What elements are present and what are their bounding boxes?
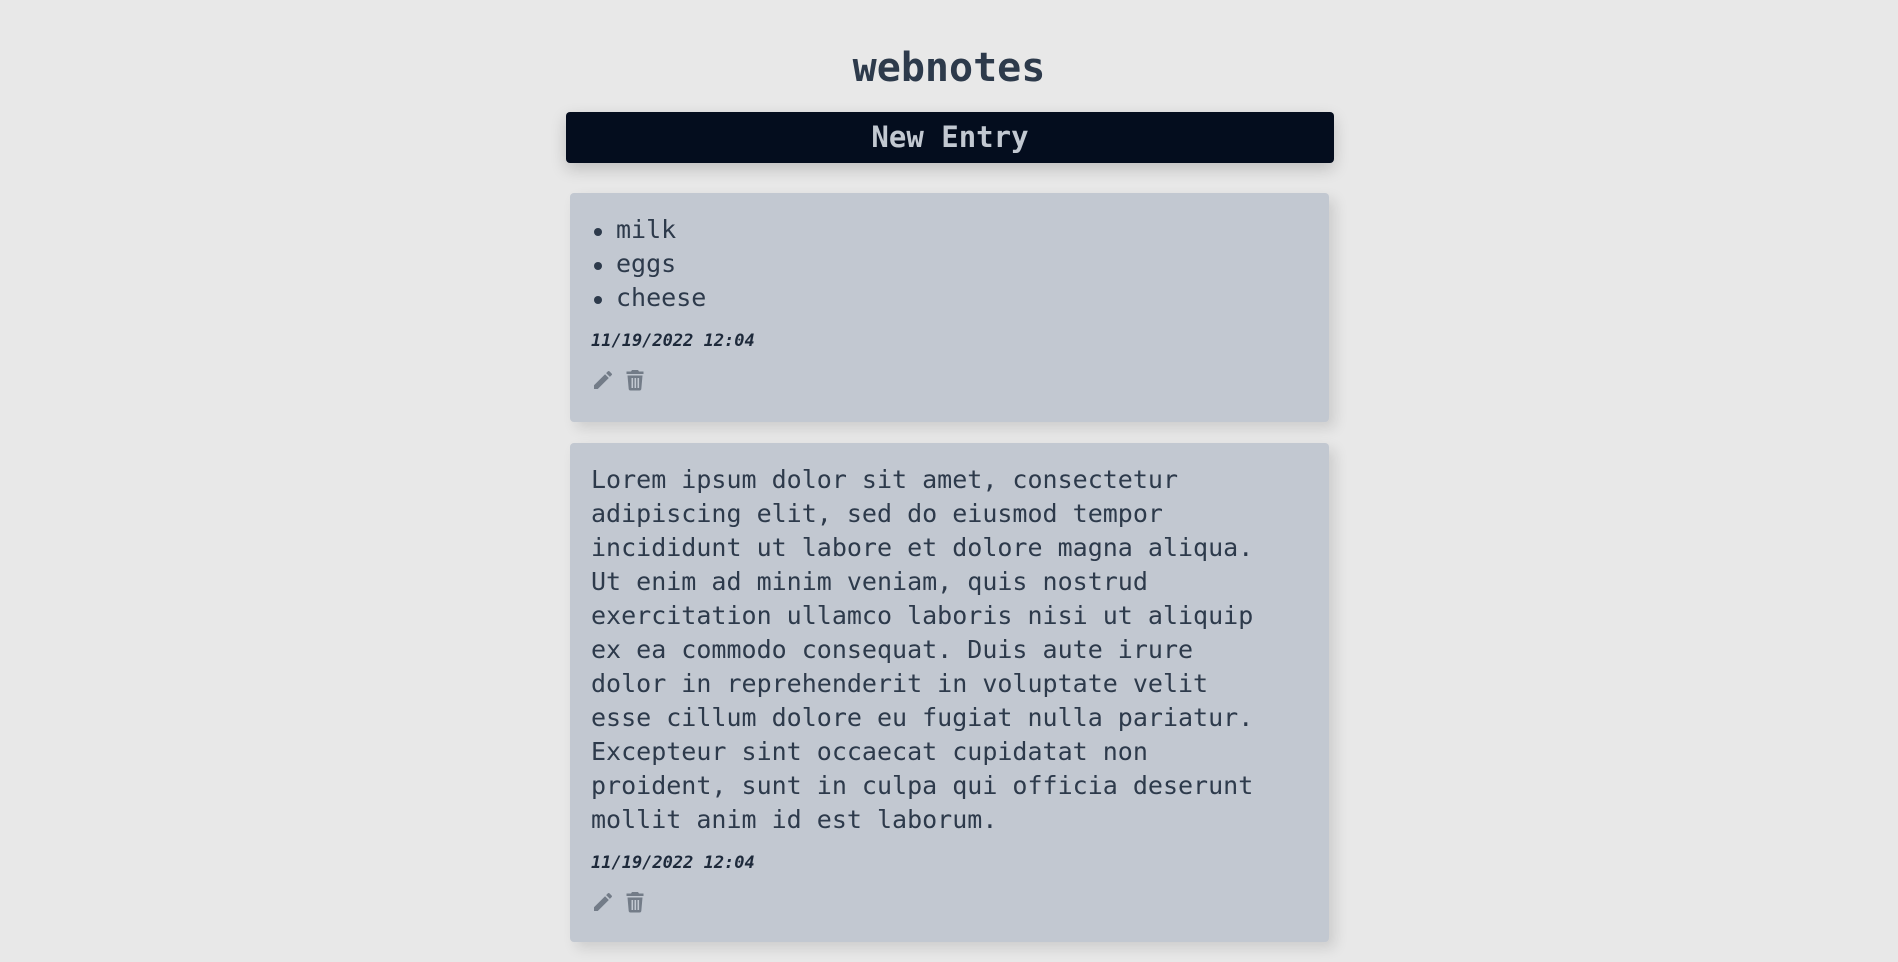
- new-entry-button[interactable]: New Entry: [566, 112, 1334, 163]
- list-item: cheese: [591, 281, 1309, 315]
- list-item: milk: [591, 213, 1309, 247]
- note-text: Lorem ipsum dolor sit amet, consectetur …: [591, 465, 1254, 834]
- pencil-icon[interactable]: [591, 368, 615, 392]
- pencil-icon[interactable]: [591, 890, 615, 914]
- note-card: Lorem ipsum dolor sit amet, consectetur …: [570, 443, 1329, 942]
- trash-icon[interactable]: [623, 890, 647, 914]
- trash-icon[interactable]: [623, 368, 647, 392]
- note-card: milk eggs cheese 11/19/2022 12:04: [570, 193, 1329, 422]
- note-actions: [591, 368, 1309, 392]
- note-actions: [591, 890, 1309, 914]
- list-item: eggs: [591, 247, 1309, 281]
- note-timestamp: 11/19/2022 12:04: [591, 331, 755, 351]
- note-timestamp: 11/19/2022 12:04: [591, 853, 755, 873]
- app-title: webnotes: [852, 45, 1046, 91]
- note-list: milk eggs cheese: [591, 213, 1309, 315]
